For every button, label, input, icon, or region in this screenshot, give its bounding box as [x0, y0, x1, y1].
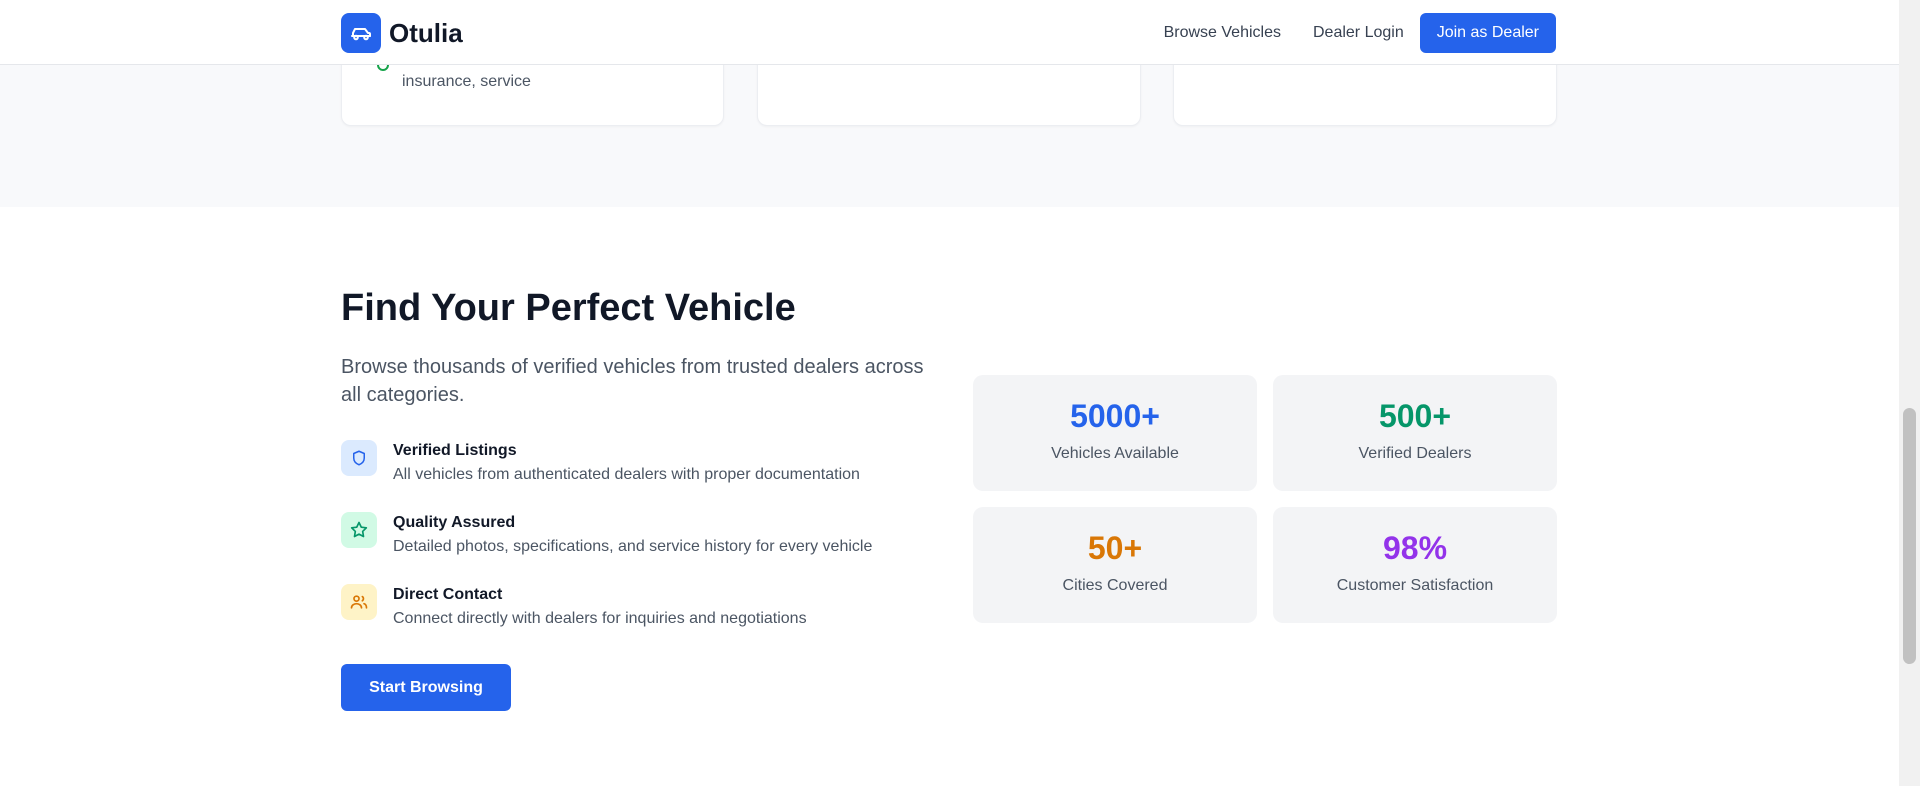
section-title: Find Your Perfect Vehicle [341, 287, 796, 329]
feature-item-verified: Verified Listings All vehicles from auth… [341, 440, 860, 484]
stat-label: Verified Dealers [1358, 445, 1472, 462]
feature-item-quality: Quality Assured Detailed photos, specifi… [341, 512, 872, 556]
stat-label: Vehicles Available [1051, 445, 1179, 462]
start-browsing-button[interactable]: Start Browsing [341, 664, 511, 711]
stat-label: Cities Covered [1062, 577, 1168, 594]
feature-title: Verified Listings [393, 442, 517, 459]
brand[interactable]: Otulia [341, 13, 463, 53]
page-scrollbar[interactable] [1899, 0, 1920, 786]
feature-desc: All vehicles from authenticated dealers … [393, 466, 860, 483]
brand-name: Otulia [389, 17, 463, 48]
stat-card-vehicles: 5000+ Vehicles Available [973, 375, 1257, 491]
scrollbar-thumb[interactable] [1903, 408, 1916, 664]
feature-title: Direct Contact [393, 586, 503, 603]
shield-icon [341, 440, 377, 476]
stat-card-satisfaction: 98% Customer Satisfaction [1273, 507, 1557, 623]
feature-title: Quality Assured [393, 514, 516, 531]
stat-card-dealers: 500+ Verified Dealers [1273, 375, 1557, 491]
stat-label: Customer Satisfaction [1336, 577, 1494, 594]
star-icon [341, 512, 377, 548]
stat-value: 5000+ [1070, 398, 1160, 434]
nav-dealer-login[interactable]: Dealer Login [1313, 24, 1404, 42]
stat-value: 98% [1382, 530, 1448, 566]
feature-item-contact: Direct Contact Connect directly with dea… [341, 584, 807, 628]
stat-value: 50+ [1087, 530, 1143, 566]
main-nav: Browse Vehicles Dealer Login Join as Dea… [1164, 13, 1556, 53]
section-subtitle: Browse thousands of verified vehicles fr… [341, 356, 924, 406]
car-icon [341, 13, 381, 53]
stat-card-cities: 50+ Cities Covered [973, 507, 1257, 623]
site-header: Otulia Browse Vehicles Dealer Login Join… [0, 0, 1899, 65]
join-as-dealer-button[interactable]: Join as Dealer [1419, 13, 1556, 53]
stat-value: 500+ [1378, 398, 1452, 434]
nav-browse-vehicles[interactable]: Browse Vehicles [1164, 24, 1281, 42]
users-icon [341, 584, 377, 620]
feature-desc: Detailed photos, specifications, and ser… [393, 538, 873, 555]
feature-card-text: insurance, service [402, 73, 531, 90]
feature-desc: Connect directly with dealers for inquir… [393, 610, 807, 627]
